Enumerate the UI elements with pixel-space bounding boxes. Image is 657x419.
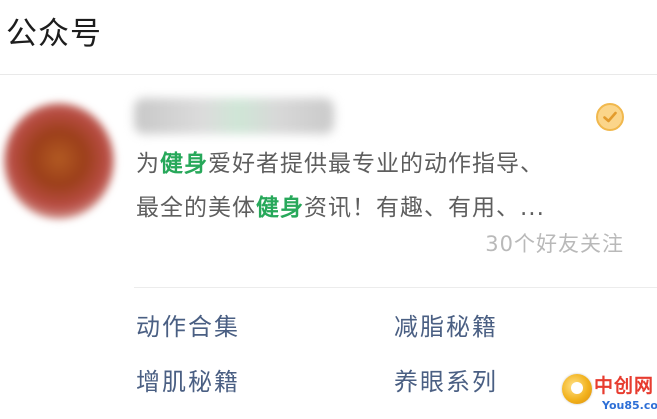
description-text: 爱好者提供最专业的动作指导、: [208, 151, 544, 177]
description-line-1: 为健身爱好者提供最专业的动作指导、: [136, 142, 636, 186]
keyword-highlight: 健身: [160, 151, 208, 177]
keyword-highlight: 健身: [256, 195, 304, 221]
friends-following-count: 30个好友关注: [485, 232, 624, 256]
account-description: 为健身爱好者提供最专业的动作指导、 最全的美体健身资讯！有趣、有用、...: [136, 142, 636, 230]
description-text: 最全的美体: [136, 195, 256, 221]
account-name-blurred[interactable]: [134, 98, 334, 134]
menu-divider: [134, 287, 657, 288]
watermark-url: You85.com: [602, 399, 657, 412]
description-text: 为: [136, 151, 160, 177]
watermark-text: 中创网: [594, 375, 655, 397]
section-title: 公众号: [6, 16, 102, 52]
account-avatar[interactable]: [4, 103, 114, 219]
watermark-logo-icon: [562, 374, 592, 404]
header-divider: [0, 74, 657, 75]
menu-item-action-collection[interactable]: 动作合集: [136, 309, 240, 345]
menu-item-eye-candy-series[interactable]: 养眼系列: [394, 364, 498, 400]
menu-item-fat-loss-tips[interactable]: 减脂秘籍: [394, 309, 498, 345]
verified-check-icon: [596, 103, 624, 131]
menu-item-muscle-gain-tips[interactable]: 增肌秘籍: [136, 364, 240, 400]
description-line-2: 最全的美体健身资讯！有趣、有用、...: [136, 186, 636, 230]
site-watermark: 中创网 You85.com: [562, 372, 657, 416]
description-text: 资讯！有趣、有用、...: [304, 195, 545, 221]
